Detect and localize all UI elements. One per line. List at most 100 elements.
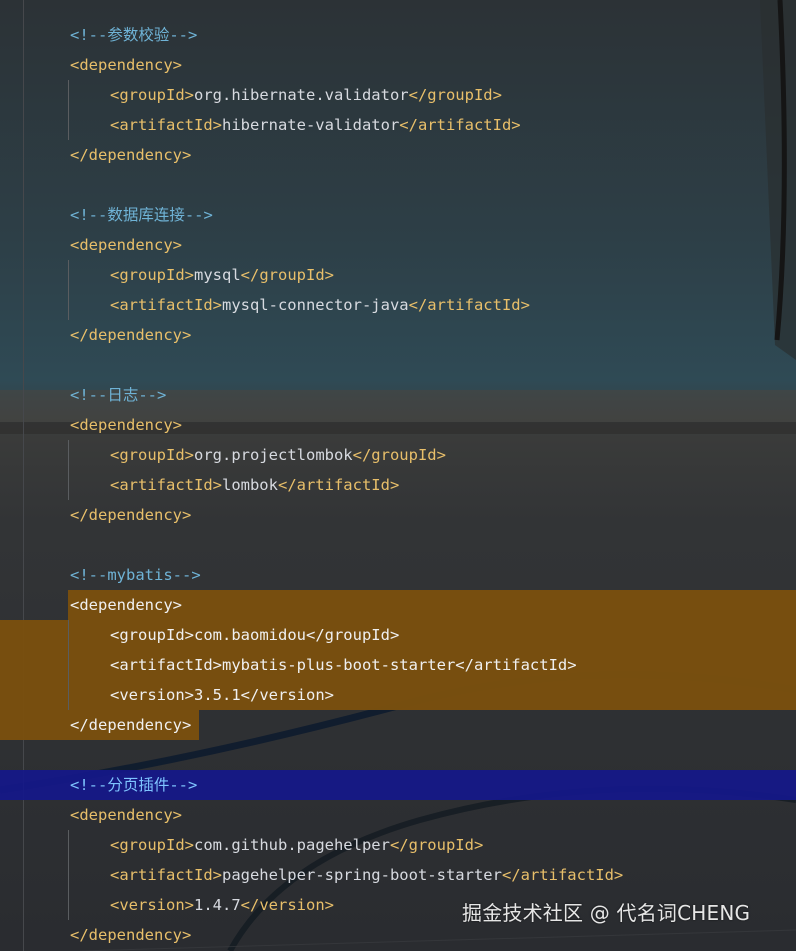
xml-element: <groupId>org.hibernate.validator</groupI… xyxy=(110,80,502,110)
code-line[interactable] xyxy=(0,740,796,770)
xml-element: <artifactId>lombok</artifactId> xyxy=(110,470,399,500)
code-line[interactable]: </dependency> xyxy=(0,500,796,530)
tag-name: <dependency> xyxy=(70,236,182,254)
code-line[interactable]: <!--分页插件--> xyxy=(0,770,796,800)
tag-name: </dependency> xyxy=(70,146,192,164)
code-line[interactable]: <dependency> xyxy=(0,590,796,620)
open-tag: <dependency> xyxy=(70,590,182,620)
element-value: org.hibernate.validator xyxy=(194,86,409,104)
indent-guide xyxy=(68,860,69,890)
code-line[interactable] xyxy=(0,170,796,200)
indent-guide xyxy=(68,830,69,860)
code-line[interactable]: <groupId>org.projectlombok</groupId> xyxy=(0,440,796,470)
code-line[interactable]: <groupId>com.github.pagehelper</groupId> xyxy=(0,830,796,860)
tag-name: <groupId> xyxy=(110,836,194,854)
xml-element: <groupId>mysql</groupId> xyxy=(110,260,334,290)
code-line[interactable]: <groupId>com.baomidou</groupId> xyxy=(0,620,796,650)
tag-name: <artifactId> xyxy=(110,866,222,884)
code-line[interactable]: </dependency> xyxy=(0,320,796,350)
element-value: mysql xyxy=(194,266,241,284)
element-value: pagehelper-spring-boot-starter xyxy=(221,866,502,884)
tag-name: <dependency> xyxy=(70,56,182,74)
xml-element: <groupId>com.baomidou</groupId> xyxy=(110,620,399,650)
code-line[interactable]: <dependency> xyxy=(0,50,796,80)
tag-name: <artifactId> xyxy=(110,116,222,134)
indent-guide xyxy=(68,440,69,470)
tag-name: <version> xyxy=(110,896,194,914)
code-line[interactable]: <artifactId>pagehelper-spring-boot-start… xyxy=(0,860,796,890)
tag-name: </artifactId> xyxy=(501,866,624,884)
indent-guide xyxy=(68,260,69,290)
xml-element: <version>3.5.1</version> xyxy=(110,680,334,710)
code-line[interactable]: <!--mybatis--> xyxy=(0,560,796,590)
tag-name: <dependency> xyxy=(70,416,182,434)
tag-name: <groupId> xyxy=(110,626,194,644)
xml-element: <artifactId>mysql-connector-java</artifa… xyxy=(110,290,530,320)
code-line[interactable] xyxy=(0,350,796,380)
code-line[interactable]: <artifactId>mysql-connector-java</artifa… xyxy=(0,290,796,320)
tag-name: <artifactId> xyxy=(110,656,222,674)
code-line[interactable]: <version>3.5.1</version> xyxy=(0,680,796,710)
tag-name: <groupId> xyxy=(110,86,194,104)
tag-name: <dependency> xyxy=(70,806,182,824)
code-line[interactable]: <groupId>mysql</groupId> xyxy=(0,260,796,290)
code-line[interactable]: <groupId>org.hibernate.validator</groupI… xyxy=(0,80,796,110)
code-line[interactable]: <dependency> xyxy=(0,410,796,440)
tag-name: <version> xyxy=(110,686,194,704)
tag-name: </dependency> xyxy=(70,326,192,344)
close-tag: </dependency> xyxy=(70,320,191,350)
tag-name: </version> xyxy=(240,686,334,704)
tag-name: </artifactId> xyxy=(455,656,577,674)
xml-element: <groupId>com.github.pagehelper</groupId> xyxy=(110,830,483,860)
indent-guide xyxy=(68,650,69,680)
code-line[interactable]: <artifactId>hibernate-validator</artifac… xyxy=(0,110,796,140)
indent-guide xyxy=(68,110,69,140)
xml-comment: <!--分页插件--> xyxy=(70,770,197,800)
element-value: lombok xyxy=(221,476,278,494)
element-value: hibernate-validator xyxy=(221,116,400,134)
code-line[interactable]: <!--参数校验--> xyxy=(0,20,796,50)
element-value: mysql-connector-java xyxy=(221,296,409,314)
code-line[interactable]: </dependency> xyxy=(0,710,796,740)
xml-element: <artifactId>mybatis-plus-boot-starter</a… xyxy=(110,650,577,680)
tag-name: </version> xyxy=(240,896,334,914)
open-tag: <dependency> xyxy=(70,230,182,260)
indent-guide xyxy=(68,680,69,710)
code-line[interactable]: <!--日志--> xyxy=(0,380,796,410)
tag-name: <artifactId> xyxy=(110,476,222,494)
xml-code-editor[interactable]: <!--参数校验--> <dependency> <groupId>org.hibe… xyxy=(0,20,796,950)
comment-text: <!--分页插件--> xyxy=(70,776,198,794)
xml-comment: <!--数据库连接--> xyxy=(70,200,213,230)
close-tag: </dependency> xyxy=(70,920,191,950)
code-line[interactable]: <!--数据库连接--> xyxy=(0,200,796,230)
tag-name: </groupId> xyxy=(408,86,502,104)
comment-text: <!--日志--> xyxy=(70,386,167,404)
element-value: 1.4.7 xyxy=(194,896,241,914)
indent-guide xyxy=(68,620,69,650)
tag-name: </groupId> xyxy=(389,836,484,854)
open-tag: <dependency> xyxy=(70,50,182,80)
tag-name: <artifactId> xyxy=(110,296,222,314)
comment-text: <!--参数校验--> xyxy=(70,26,198,44)
code-line[interactable]: <artifactId>mybatis-plus-boot-starter</a… xyxy=(0,650,796,680)
code-line[interactable]: </dependency> xyxy=(0,140,796,170)
tag-name: </artifactId> xyxy=(399,116,521,134)
code-line[interactable]: <dependency> xyxy=(0,800,796,830)
tag-name: </groupId> xyxy=(240,266,334,284)
xml-comment: <!--mybatis--> xyxy=(70,560,201,590)
code-line[interactable] xyxy=(0,530,796,560)
tag-name: </dependency> xyxy=(70,926,192,944)
element-value: com.github.pagehelper xyxy=(194,836,390,854)
indent-guide xyxy=(68,890,69,920)
xml-comment: <!--日志--> xyxy=(70,380,166,410)
code-line[interactable]: <artifactId>lombok</artifactId> xyxy=(0,470,796,500)
tag-name: </dependency> xyxy=(70,716,192,734)
tag-name: <groupId> xyxy=(110,266,194,284)
tag-name: </groupId> xyxy=(352,446,446,464)
close-tag: </dependency> xyxy=(70,140,191,170)
indent-guide xyxy=(68,290,69,320)
xml-comment: <!--参数校验--> xyxy=(70,20,197,50)
code-line[interactable]: <dependency> xyxy=(0,230,796,260)
tag-name: </artifactId> xyxy=(277,476,400,494)
xml-element: <artifactId>pagehelper-spring-boot-start… xyxy=(110,860,623,890)
